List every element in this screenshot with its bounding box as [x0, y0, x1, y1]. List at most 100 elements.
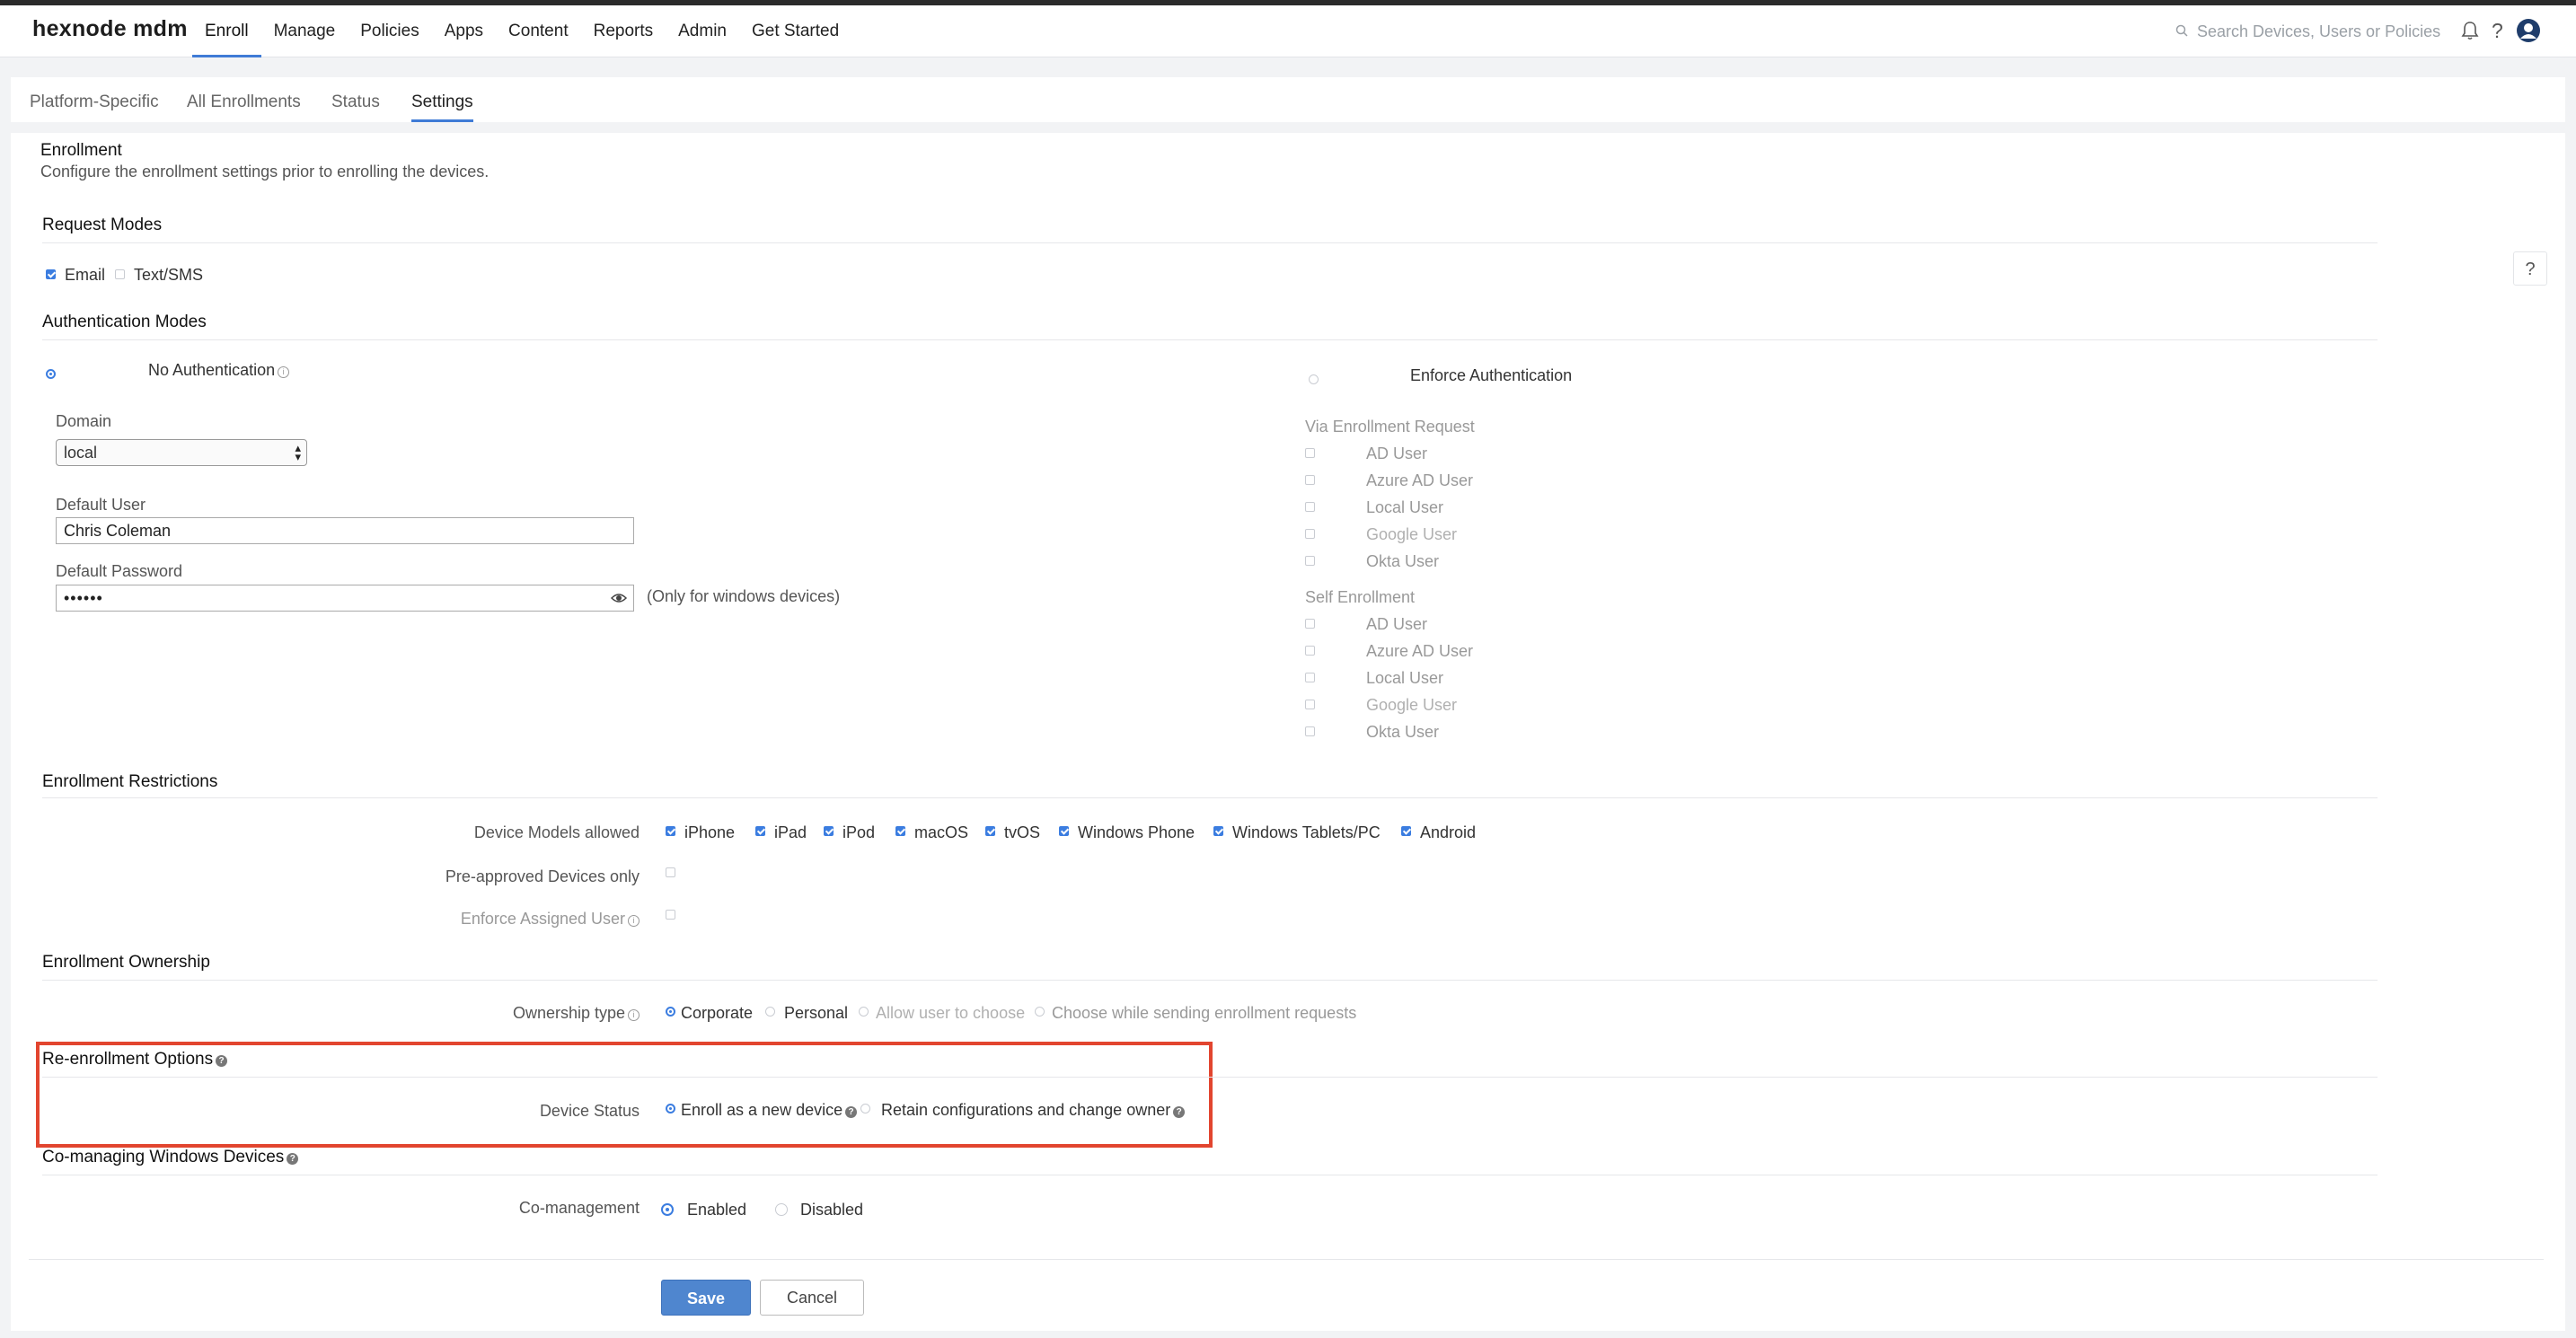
android-checkbox[interactable]	[1401, 826, 1411, 836]
help-circle-icon[interactable]: ?	[1173, 1106, 1186, 1118]
tab-status[interactable]: Status	[331, 77, 380, 122]
text-sms-checkbox[interactable]	[115, 269, 125, 279]
enroll-new-device-label: Enroll as a new device?	[681, 1101, 858, 1120]
via-local-user-checkbox[interactable]	[1305, 502, 1315, 512]
no-auth-radio[interactable]	[46, 369, 56, 379]
comanage-enabled-radio[interactable]	[661, 1203, 674, 1216]
sub-navigation: Platform-Specific All Enrollments Status…	[11, 77, 2565, 122]
default-password-field[interactable]: ••••••	[56, 585, 634, 612]
via-google-user-checkbox[interactable]	[1305, 529, 1315, 539]
self-ad-user-checkbox[interactable]	[1305, 619, 1315, 629]
iphone-label: iPhone	[684, 823, 736, 841]
tvos-checkbox[interactable]	[985, 826, 995, 836]
via-okta-user-checkbox[interactable]	[1305, 556, 1315, 566]
self-ad-user-label: AD User	[1366, 615, 1428, 633]
nav-admin[interactable]: Admin	[666, 5, 739, 57]
self-okta-user-checkbox[interactable]	[1305, 726, 1315, 736]
nav-apps[interactable]: Apps	[432, 5, 496, 57]
choose-while-sending-label: Choose while sending enrollment requests	[1052, 1004, 1357, 1022]
windows-tablets-checkbox[interactable]	[1213, 826, 1223, 836]
nav-policies[interactable]: Policies	[348, 5, 431, 57]
enforce-auth-radio[interactable]	[1309, 374, 1319, 384]
android-label: Android	[1420, 823, 1477, 841]
default-password-label: Default Password	[56, 562, 183, 580]
divider	[29, 1259, 2544, 1260]
search-icon	[2175, 22, 2197, 41]
domain-label: Domain	[56, 412, 112, 430]
help-circle-icon[interactable]: ?	[845, 1106, 858, 1118]
self-google-user-label: Google User	[1366, 696, 1458, 714]
nav-get-started[interactable]: Get Started	[739, 5, 851, 57]
nav-reports[interactable]: Reports	[581, 5, 666, 57]
eye-icon[interactable]	[610, 585, 628, 618]
password-note: (Only for windows devices)	[647, 587, 841, 605]
help-circle-icon[interactable]: ?	[216, 1055, 228, 1067]
info-icon: i	[628, 915, 640, 927]
email-label: Email	[65, 266, 106, 284]
via-okta-user-label: Okta User	[1366, 552, 1440, 570]
corporate-radio[interactable]	[666, 1007, 675, 1017]
macos-checkbox[interactable]	[895, 826, 905, 836]
tab-platform-specific[interactable]: Platform-Specific	[30, 77, 159, 122]
main-nav: Enroll Manage Policies Apps Content Repo…	[192, 5, 851, 57]
via-azure-ad-user-checkbox[interactable]	[1305, 475, 1315, 485]
divider	[42, 797, 2378, 798]
default-user-label: Default User	[56, 496, 146, 514]
device-models-label: Device Models allowed	[473, 823, 640, 841]
self-local-user-checkbox[interactable]	[1305, 673, 1315, 682]
choose-while-sending-radio[interactable]	[1035, 1007, 1045, 1017]
preapproved-checkbox[interactable]	[666, 867, 675, 877]
via-ad-user-checkbox[interactable]	[1305, 448, 1315, 458]
enroll-new-device-radio[interactable]	[666, 1104, 675, 1114]
device-status-label: Device Status	[539, 1102, 640, 1120]
domain-select[interactable]: local ▴ ▾	[56, 439, 307, 466]
personal-label: Personal	[784, 1004, 849, 1022]
nav-manage[interactable]: Manage	[261, 5, 348, 57]
via-local-user-label: Local User	[1366, 498, 1444, 516]
self-google-user-checkbox[interactable]	[1305, 700, 1315, 709]
search-input[interactable]: Search Devices, Users or Policies	[2197, 22, 2440, 41]
cancel-button[interactable]: Cancel	[760, 1280, 864, 1316]
page-description: Configure the enrollment settings prior …	[40, 163, 490, 180]
top-navigation-bar: hexnode mdm Enroll Manage Policies Apps …	[0, 5, 2576, 57]
user-avatar-icon[interactable]	[2516, 18, 2541, 43]
via-azure-ad-user-label: Azure AD User	[1366, 471, 1474, 489]
comanagement-label: Co-management	[518, 1199, 640, 1217]
restrictions-title: Enrollment Restrictions	[42, 772, 218, 791]
allow-user-choose-label: Allow user to choose	[876, 1004, 1026, 1022]
text-sms-label: Text/SMS	[134, 266, 204, 284]
nav-enroll[interactable]: Enroll	[192, 5, 261, 57]
comanage-disabled-radio[interactable]	[775, 1203, 788, 1216]
hexnode-logo[interactable]: hexnode mdm	[32, 16, 188, 42]
help-button[interactable]: ?	[2513, 251, 2547, 286]
self-local-user-label: Local User	[1366, 669, 1444, 687]
preapproved-label: Pre-approved Devices only	[445, 867, 640, 885]
request-modes-title: Request Modes	[42, 216, 163, 234]
nav-content[interactable]: Content	[496, 5, 581, 57]
self-azure-ad-user-checkbox[interactable]	[1305, 646, 1315, 656]
enforce-user-checkbox[interactable]	[666, 910, 675, 920]
tab-all-enrollments[interactable]: All Enrollments	[187, 77, 301, 122]
windows-phone-checkbox[interactable]	[1059, 826, 1069, 836]
default-user-field[interactable]: Chris Coleman	[56, 517, 634, 544]
personal-radio[interactable]	[765, 1007, 775, 1017]
allow-user-choose-radio[interactable]	[859, 1007, 869, 1017]
iphone-checkbox[interactable]	[666, 826, 675, 836]
global-search[interactable]: Search Devices, Users or Policies	[2175, 20, 2445, 43]
no-auth-label: No Authentication i	[148, 361, 290, 380]
ipad-checkbox[interactable]	[755, 826, 765, 836]
email-checkbox[interactable]	[46, 269, 56, 279]
help-circle-icon[interactable]: ?	[287, 1153, 299, 1165]
comanage-enabled-label: Enabled	[687, 1201, 747, 1219]
help-icon[interactable]: ?	[2492, 19, 2503, 43]
divider	[42, 1077, 2378, 1078]
save-button[interactable]: Save	[661, 1280, 751, 1316]
enforce-auth-label: Enforce Authentication	[1410, 366, 1573, 384]
comanage-disabled-label: Disabled	[800, 1201, 864, 1219]
ipod-checkbox[interactable]	[824, 826, 834, 836]
top-icons: ?	[2461, 18, 2554, 43]
bell-icon[interactable]	[2461, 21, 2479, 40]
tab-settings[interactable]: Settings	[411, 77, 473, 122]
windows-tablets-label: Windows Tablets/PC	[1232, 823, 1381, 841]
retain-config-radio[interactable]	[860, 1104, 870, 1114]
